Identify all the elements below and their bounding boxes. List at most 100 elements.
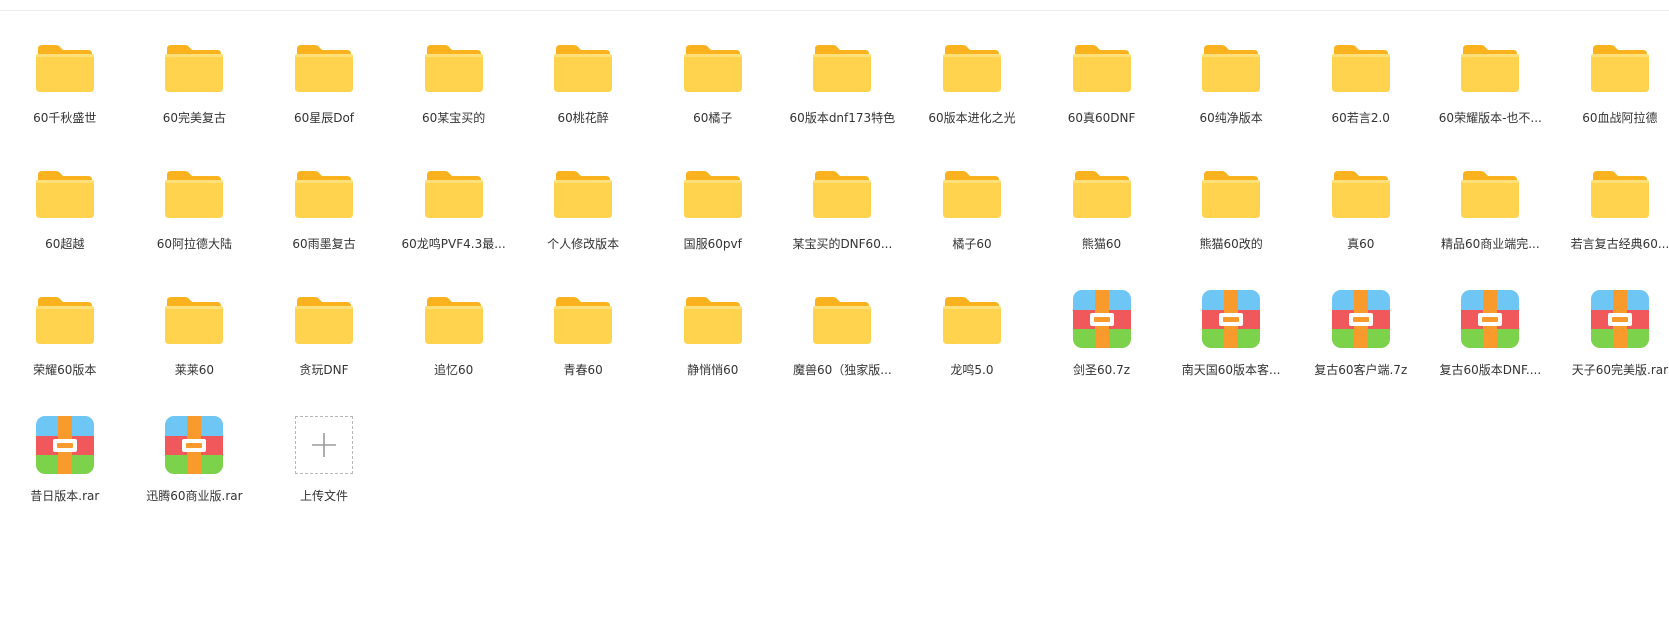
folder-item[interactable]: 60若言2.0 xyxy=(1296,28,1426,154)
folder-item[interactable]: 60橘子 xyxy=(648,28,778,154)
file-name: 国服60pvf xyxy=(683,237,742,251)
file-name: 个人修改版本 xyxy=(547,237,620,251)
upload-button[interactable] xyxy=(294,416,353,474)
folder-item[interactable]: 60版本进化之光 xyxy=(907,28,1037,154)
archive-icon xyxy=(1071,288,1133,350)
file-name: 龙鸣5.0 xyxy=(950,363,994,377)
folder-item[interactable]: 60星辰Dof xyxy=(259,28,389,154)
folder-item[interactable]: 60荣耀版本-也不... xyxy=(1426,28,1556,154)
file-name: 60阿拉德大陆 xyxy=(156,237,233,251)
folder-item[interactable]: 若言复古经典60... xyxy=(1555,154,1669,280)
folder-icon xyxy=(423,288,485,350)
folder-icon xyxy=(1459,162,1521,224)
archive-item[interactable]: 南天国60版本客... xyxy=(1166,280,1296,406)
file-name: 真60 xyxy=(1347,237,1375,251)
folder-icon xyxy=(811,162,873,224)
folder-icon xyxy=(1071,162,1133,224)
folder-item[interactable]: 国服60pvf xyxy=(648,154,778,280)
folder-icon xyxy=(293,162,355,224)
file-name: 剑圣60.7z xyxy=(1073,363,1131,377)
folder-icon xyxy=(552,36,614,98)
folder-item[interactable]: 橘子60 xyxy=(907,154,1037,280)
folder-item[interactable]: 60桃花醉 xyxy=(518,28,648,154)
file-name: 60若言2.0 xyxy=(1331,111,1390,125)
folder-icon xyxy=(163,162,225,224)
folder-item[interactable]: 60超越 xyxy=(0,154,130,280)
folder-item[interactable]: 魔兽60（独家版... xyxy=(778,280,908,406)
file-name: 精品60商业端完... xyxy=(1440,237,1540,251)
folder-icon xyxy=(682,36,744,98)
archive-icon xyxy=(1589,288,1651,350)
folder-item[interactable]: 熊猫60改的 xyxy=(1166,154,1296,280)
file-name: 60某宝买的 xyxy=(421,111,486,125)
folder-item[interactable]: 60雨墨复古 xyxy=(259,154,389,280)
archive-icon xyxy=(34,414,96,476)
folder-icon xyxy=(682,288,744,350)
folder-item[interactable]: 莱莱60 xyxy=(130,280,260,406)
file-name: 莱莱60 xyxy=(174,363,215,377)
file-name: 天子60完美版.rar xyxy=(1571,363,1669,377)
file-name: 60橘子 xyxy=(693,111,733,125)
file-name: 青春60 xyxy=(563,363,603,377)
top-divider xyxy=(0,10,1669,11)
file-name: 魔兽60（独家版... xyxy=(793,363,892,377)
folder-item[interactable]: 荣耀60版本 xyxy=(0,280,130,406)
file-name: 若言复古经典60... xyxy=(1570,237,1669,251)
archive-item[interactable]: 剑圣60.7z xyxy=(1037,280,1167,406)
archive-item[interactable]: 迅腾60商业版.rar xyxy=(130,406,260,532)
file-name: 60龙鸣PVF4.3最... xyxy=(401,237,506,251)
folder-item[interactable]: 60龙鸣PVF4.3最... xyxy=(389,154,519,280)
file-name: 60千秋盛世 xyxy=(33,111,97,125)
folder-item[interactable]: 贪玩DNF xyxy=(259,280,389,406)
file-name: 复古60版本DNF.... xyxy=(1439,363,1542,377)
folder-item[interactable]: 60纯净版本 xyxy=(1166,28,1296,154)
upload-file-item[interactable]: 上传文件 xyxy=(259,406,389,532)
folder-item[interactable]: 龙鸣5.0 xyxy=(907,280,1037,406)
archive-item[interactable]: 昔日版本.rar xyxy=(0,406,130,532)
archive-item[interactable]: 天子60完美版.rar xyxy=(1555,280,1669,406)
folder-item[interactable]: 60阿拉德大陆 xyxy=(130,154,260,280)
folder-icon xyxy=(163,288,225,350)
file-name: 60完美复古 xyxy=(162,111,227,125)
folder-item[interactable]: 60某宝买的 xyxy=(389,28,519,154)
file-name: 60超越 xyxy=(45,237,85,251)
folder-item[interactable]: 静悄悄60 xyxy=(648,280,778,406)
folder-icon xyxy=(1200,36,1262,98)
folder-item[interactable]: 60血战阿拉德 xyxy=(1555,28,1669,154)
file-name: 追忆60 xyxy=(433,363,474,377)
file-name: 荣耀60版本 xyxy=(33,363,97,377)
folder-item[interactable]: 某宝买的DNF60... xyxy=(778,154,908,280)
folder-icon xyxy=(293,36,355,98)
folder-item[interactable]: 60完美复古 xyxy=(130,28,260,154)
archive-icon xyxy=(1200,288,1262,350)
folder-item[interactable]: 60版本dnf173特色 xyxy=(778,28,908,154)
file-name: 贪玩DNF xyxy=(299,363,349,377)
archive-item[interactable]: 复古60客户端.7z xyxy=(1296,280,1426,406)
folder-item[interactable]: 60真60DNF xyxy=(1037,28,1167,154)
file-name: 复古60客户端.7z xyxy=(1314,363,1408,377)
folder-icon xyxy=(811,36,873,98)
folder-icon xyxy=(552,162,614,224)
file-name: 60星辰Dof xyxy=(293,111,355,125)
file-name: 迅腾60商业版.rar xyxy=(146,489,243,503)
folder-item[interactable]: 精品60商业端完... xyxy=(1426,154,1556,280)
folder-item[interactable]: 真60 xyxy=(1296,154,1426,280)
folder-item[interactable]: 青春60 xyxy=(518,280,648,406)
file-name: 60荣耀版本-也不... xyxy=(1438,111,1542,125)
folder-icon xyxy=(1589,36,1651,98)
folder-item[interactable]: 60千秋盛世 xyxy=(0,28,130,154)
folder-item[interactable]: 个人修改版本 xyxy=(518,154,648,280)
file-grid: 60千秋盛世 60完美复古 60星辰Dof 60某宝买的 60桃花醉 60橘子 … xyxy=(0,28,1669,532)
file-name: 南天国60版本客... xyxy=(1181,363,1281,377)
folder-icon xyxy=(1071,36,1133,98)
folder-icon xyxy=(1459,36,1521,98)
file-name: 熊猫60改的 xyxy=(1199,237,1263,251)
file-name: 60纯净版本 xyxy=(1199,111,1263,125)
archive-icon xyxy=(1459,288,1521,350)
file-name: 昔日版本.rar xyxy=(30,489,100,503)
folder-item[interactable]: 熊猫60 xyxy=(1037,154,1167,280)
folder-item[interactable]: 追忆60 xyxy=(389,280,519,406)
archive-item[interactable]: 复古60版本DNF.... xyxy=(1426,280,1556,406)
folder-icon xyxy=(1589,162,1651,224)
file-name: 60雨墨复古 xyxy=(292,237,356,251)
